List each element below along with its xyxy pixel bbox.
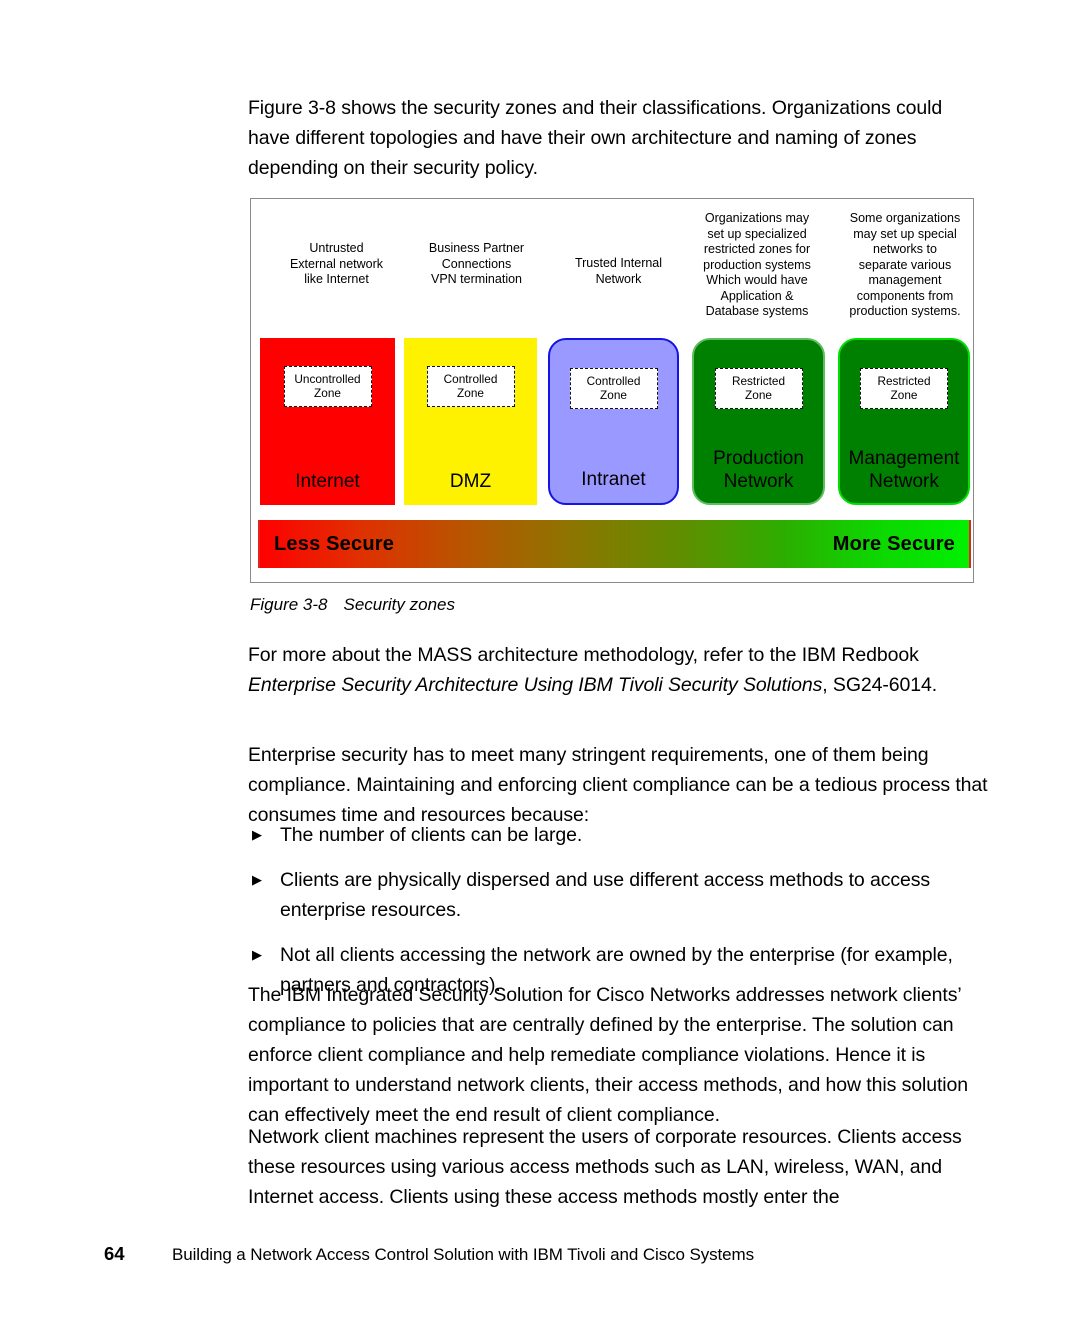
intro-paragraph: Figure 3-8 shows the security zones and …: [248, 97, 943, 179]
ibm-solution-paragraph: The IBM Integrated Security Solution for…: [248, 984, 968, 1126]
gradient-label-more-secure: More Secure: [832, 532, 955, 555]
zone-name-internet: Internet: [295, 471, 360, 492]
zone-name-intranet: Intranet: [581, 469, 646, 490]
annotation-line: Connections: [441, 256, 512, 271]
classification-line-1: Controlled: [586, 374, 641, 388]
enterprise-security-paragraph: Enterprise security has to meet many str…: [248, 744, 988, 826]
zone-name-line-1: Production: [713, 448, 804, 469]
zone-classification-restricted-production: Restricted Zone: [714, 368, 803, 409]
zone-name-production-network: Production Network: [694, 447, 823, 493]
annotation-line: Untrusted: [309, 241, 364, 255]
zone-name-line-2: Network: [723, 471, 794, 492]
page-footer: 64 Building a Network Access Control Sol…: [104, 1243, 984, 1265]
figure-3-8: Untrusted External network like Internet…: [250, 198, 974, 583]
page-number: 64: [104, 1243, 125, 1264]
annotation-line: separate various: [858, 257, 952, 272]
figure-caption-text: Security zones: [343, 595, 455, 614]
annotation-line: Trusted Internal: [574, 256, 663, 270]
zone-name-management-network: Management Network: [840, 447, 968, 493]
annotation-management: Some organizations may set up special ne…: [839, 211, 971, 320]
triangle-bullet-icon: ▶: [252, 827, 262, 842]
figure-caption: Figure 3-8 Security zones: [250, 595, 455, 615]
annotation-line: Database systems: [705, 304, 809, 318]
classification-line-2: Zone: [314, 386, 341, 400]
annotation-line: set up specialized: [707, 226, 807, 241]
classification-line-2: Zone: [600, 388, 627, 402]
zone-intranet: Controlled Zone Intranet: [548, 338, 679, 505]
mass-redbook-title: Enterprise Security Architecture Using I…: [248, 674, 823, 696]
zone-classification-controlled-intranet: Controlled Zone: [569, 368, 658, 409]
classification-line-1: Controlled: [443, 372, 498, 386]
gradient-label-less-secure: Less Secure: [274, 532, 395, 555]
classification-line-2: Zone: [745, 388, 772, 402]
annotation-line: like Internet: [304, 272, 369, 286]
annotation-trusted-internal: Trusted Internal Network: [551, 256, 686, 287]
classification-line-2: Zone: [890, 388, 918, 402]
annotation-line: External network: [289, 256, 384, 271]
footer-book-title: Building a Network Access Control Soluti…: [172, 1245, 754, 1264]
annotation-line: production systems.: [849, 304, 961, 318]
mass-paragraph-lead: For more about the MASS architecture met…: [248, 644, 919, 666]
annotation-line: restricted zones for: [703, 242, 811, 256]
annotation-line: Business Partner: [428, 241, 525, 255]
figure-caption-number: Figure 3-8: [250, 595, 328, 614]
zone-name-line-1: Management: [848, 448, 960, 469]
figure-annotations: Untrusted External network like Internet…: [251, 199, 973, 339]
zone-classification-uncontrolled: Uncontrolled Zone: [283, 366, 372, 407]
zone-classification-restricted-management: Restricted Zone: [860, 368, 948, 409]
list-item-text: The number of clients can be large.: [280, 824, 583, 846]
classification-line-2: Zone: [457, 386, 484, 400]
annotation-line: Organizations may: [704, 211, 810, 225]
zone-internet: Uncontrolled Zone Internet: [260, 338, 395, 505]
network-clients-paragraph: Network client machines represent the us…: [248, 1126, 962, 1208]
security-gradient-bar: Less Secure More Secure: [258, 520, 971, 568]
annotation-line: Which would have: [706, 273, 808, 287]
annotation-line: Network: [595, 271, 642, 286]
triangle-bullet-icon: ▶: [252, 947, 262, 962]
document-page: Figure 3-8 shows the security zones and …: [0, 0, 1080, 1317]
zone-name-line-2: Network: [869, 471, 939, 492]
annotation-line: VPN termination: [430, 272, 522, 286]
annotation-production: Organizations may set up specialized res…: [691, 211, 823, 320]
zone-name-dmz: DMZ: [449, 471, 492, 492]
classification-line-1: Uncontrolled: [294, 372, 361, 386]
zone-production-network: Restricted Zone Production Network: [692, 338, 825, 505]
list-item: ▶ Clients are physically dispersed and u…: [248, 865, 988, 925]
zone-management-network: Restricted Zone Management Network: [838, 338, 970, 505]
annotation-line: management: [868, 273, 942, 287]
classification-line-1: Restricted: [731, 374, 786, 388]
annotation-business-partner: Business Partner Connections VPN termina…: [409, 241, 544, 288]
zone-classification-controlled-dmz: Controlled Zone: [426, 366, 515, 407]
annotation-untrusted: Untrusted External network like Internet: [269, 241, 404, 288]
classification-line-1: Restricted: [877, 374, 931, 388]
triangle-bullet-icon: ▶: [252, 872, 262, 887]
annotation-line: Application &: [720, 288, 794, 303]
list-item-text: Clients are physically dispersed and use…: [280, 869, 931, 921]
mass-paragraph: For more about the MASS architecture met…: [248, 640, 988, 700]
annotation-line: production systems: [703, 257, 811, 272]
mass-paragraph-tail: , SG24-6014.: [822, 674, 938, 696]
annotation-line: components from: [856, 288, 954, 303]
zone-dmz: Controlled Zone DMZ: [404, 338, 537, 505]
annotation-line: Some organizations: [849, 211, 961, 225]
list-item: ▶ The number of clients can be large.: [248, 820, 988, 850]
annotation-line: may set up special: [853, 226, 957, 241]
security-zones-row: Uncontrolled Zone Internet Controlled Zo…: [258, 338, 970, 505]
annotation-line: networks to: [873, 242, 937, 256]
